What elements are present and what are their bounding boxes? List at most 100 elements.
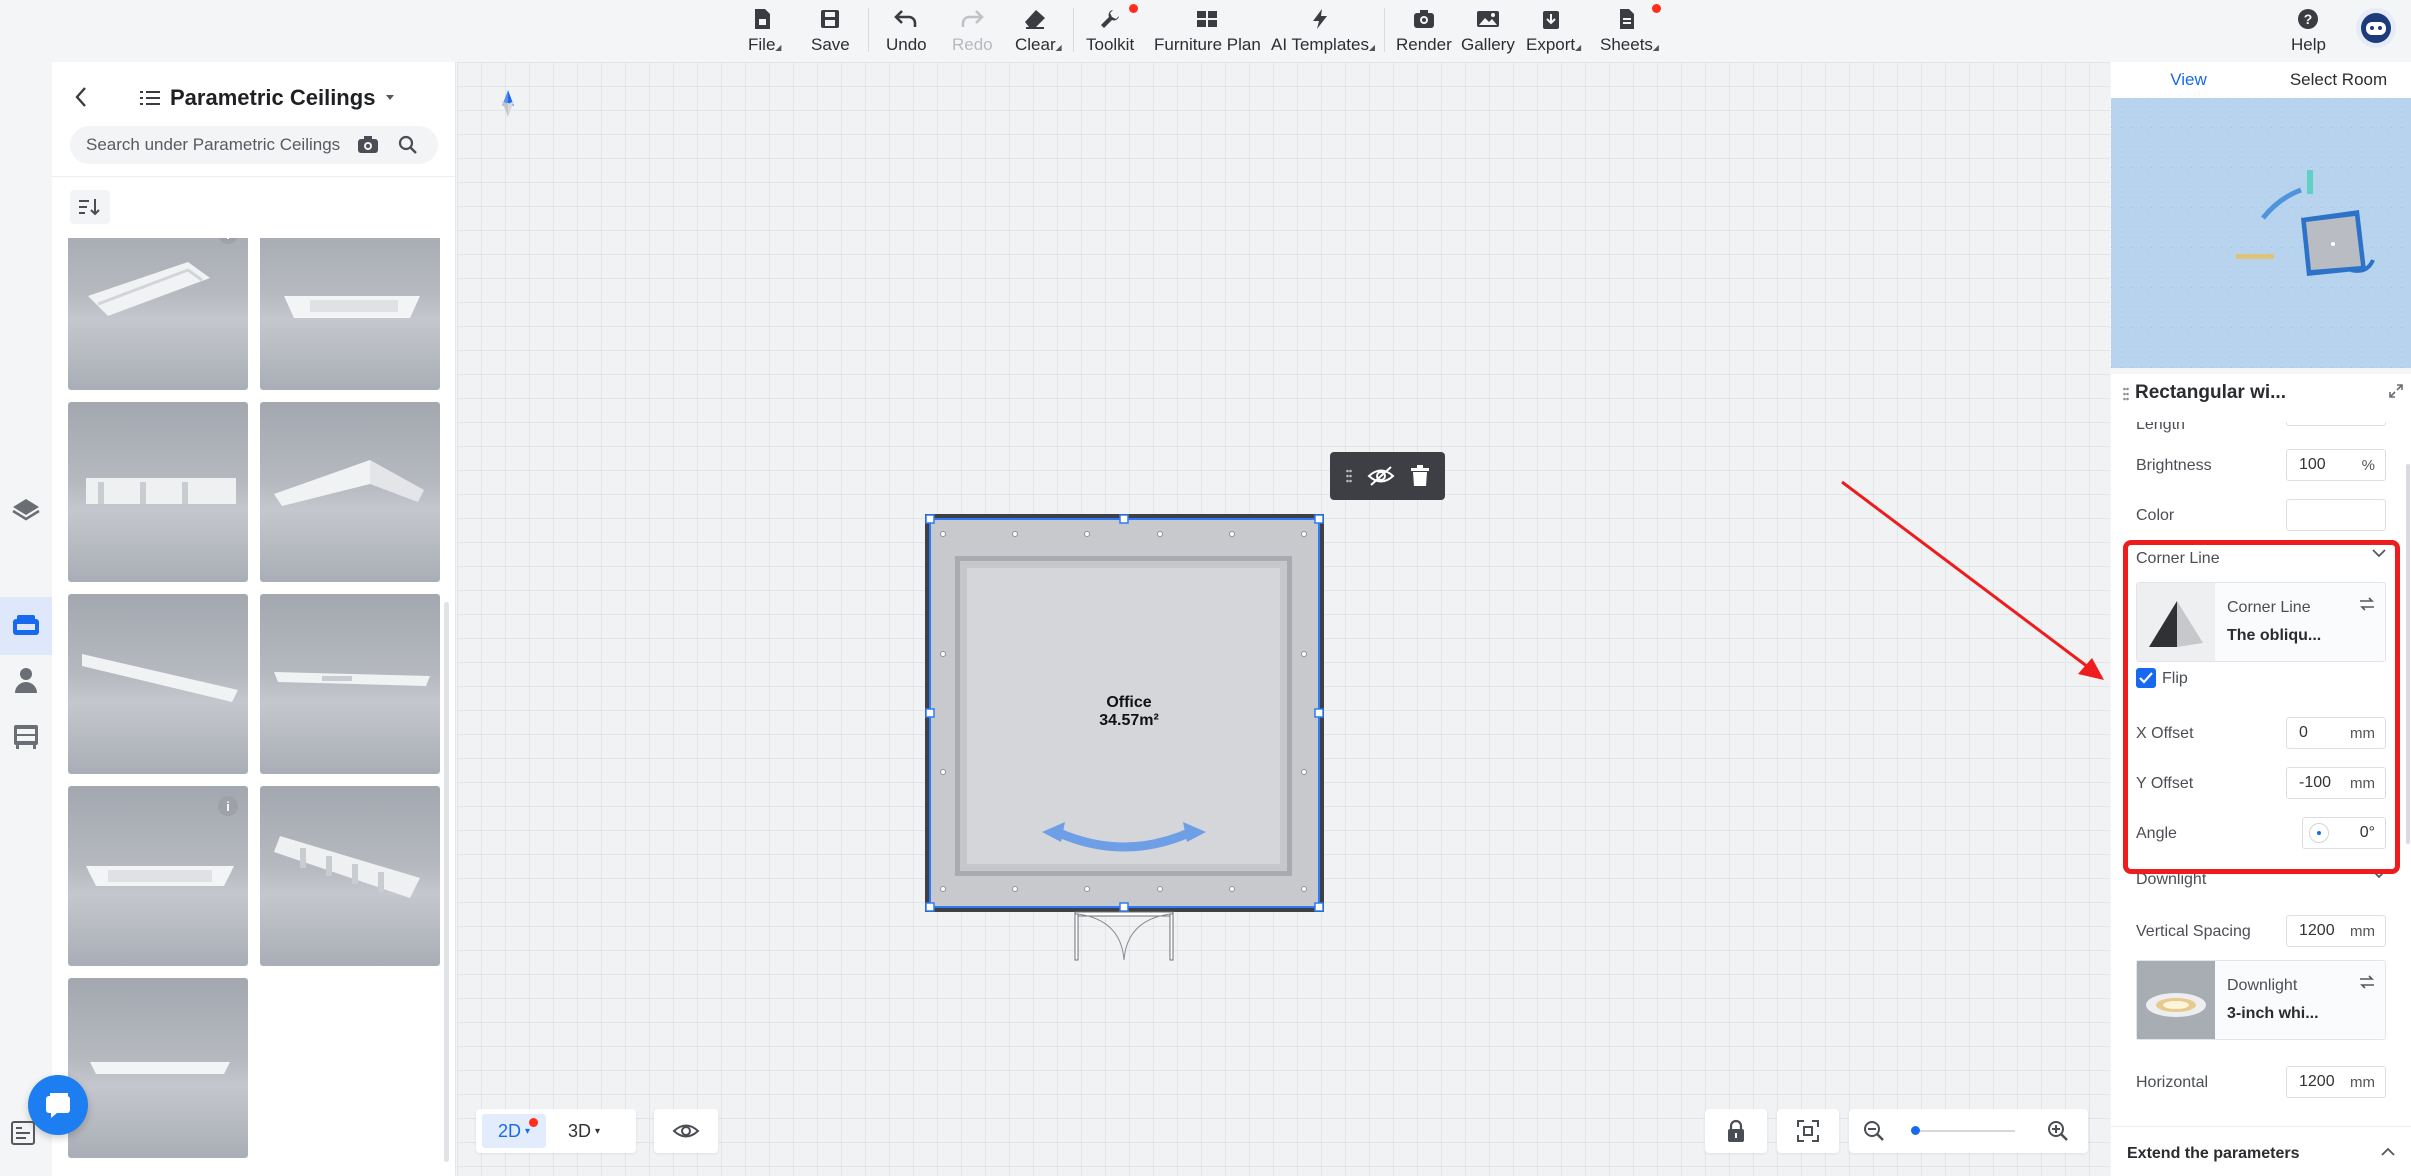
- ceiling-item[interactable]: [68, 978, 248, 1158]
- search-icon[interactable]: [398, 135, 418, 160]
- save-label: Save: [811, 35, 850, 54]
- assistant-avatar[interactable]: [2356, 8, 2396, 48]
- help-icon: ?: [2297, 4, 2319, 34]
- layout-icon[interactable]: [10, 1120, 38, 1148]
- library-search-input[interactable]: [86, 135, 356, 155]
- zoom-out-icon[interactable]: [1863, 1120, 1885, 1142]
- color-swatch[interactable]: [2286, 499, 2386, 531]
- save-button[interactable]: Save: [811, 4, 850, 58]
- ceiling-item[interactable]: i: [68, 238, 248, 390]
- ceiling-thumbnail: [284, 296, 420, 318]
- redo-icon: [960, 4, 985, 34]
- zoom-controls: [1705, 1109, 2088, 1153]
- door[interactable]: [1074, 911, 1174, 961]
- chevron-left-icon: [75, 87, 86, 107]
- ceiling-item[interactable]: [260, 594, 440, 774]
- library-search-box: [70, 126, 438, 164]
- floating-object-toolbar: [1330, 452, 1445, 500]
- downlight-material-card[interactable]: Downlight 3-inch whi...: [2136, 960, 2386, 1040]
- scroll-mask: [2111, 412, 2411, 422]
- toolbar-divider: [1073, 8, 1074, 52]
- gallery-button[interactable]: Gallery: [1461, 4, 1515, 58]
- room-label[interactable]: Office 34.57m²: [1069, 694, 1189, 730]
- robot-icon: [2361, 13, 2391, 43]
- ceiling-item[interactable]: [68, 402, 248, 582]
- rail-cabinet-icon[interactable]: [8, 718, 44, 754]
- caret-down-icon: ▾: [594, 1125, 601, 1137]
- downlight-material-thumbnail: [2137, 961, 2215, 1039]
- lock-button[interactable]: [1705, 1109, 1767, 1153]
- help-button[interactable]: ? Help: [2291, 4, 2326, 58]
- swap-icon[interactable]: [2359, 975, 2375, 989]
- sort-button[interactable]: [70, 190, 110, 224]
- brightness-value: 100: [2299, 456, 2326, 473]
- brightness-label: Brightness: [2136, 457, 2212, 474]
- expand-icon[interactable]: [2389, 384, 2403, 398]
- file-icon: [752, 4, 772, 34]
- ceiling-thumbnail: [274, 836, 420, 898]
- extend-parameters-label: Extend the parameters: [2127, 1145, 2300, 1162]
- view-3d-button[interactable]: 3D ▾: [552, 1114, 616, 1148]
- vertical-spacing-input[interactable]: 1200 mm: [2286, 915, 2386, 947]
- rail-floor-icon[interactable]: [8, 492, 44, 528]
- drag-handle-icon[interactable]: [2123, 386, 2129, 402]
- ai-templates-button[interactable]: AI Templates ◢: [1271, 4, 1375, 58]
- export-icon: [1541, 4, 1561, 34]
- hide-icon[interactable]: [1367, 465, 1395, 487]
- ceiling-item[interactable]: [260, 238, 440, 390]
- ai-templates-label: AI Templates: [1271, 35, 1369, 54]
- horizontal-unit: mm: [2350, 1073, 2375, 1091]
- horizontal-input[interactable]: 1200 mm: [2286, 1066, 2386, 1098]
- library-panel: Parametric Ceilings i: [52, 62, 456, 1176]
- left-icon-rail: [0, 62, 52, 1176]
- rail-person-icon[interactable]: [8, 662, 44, 698]
- sheets-button[interactable]: Sheets ◢: [1600, 4, 1661, 58]
- visibility-button[interactable]: [654, 1109, 718, 1153]
- zoom-slider-thumb[interactable]: [1911, 1126, 1920, 1135]
- view-2d-button[interactable]: 2D ▾: [482, 1114, 546, 1148]
- ceiling-item[interactable]: [260, 786, 440, 966]
- toolkit-button[interactable]: Toolkit: [1086, 4, 1139, 58]
- clear-button[interactable]: Clear ◢: [1015, 4, 1062, 58]
- fit-screen-icon: [1797, 1120, 1819, 1142]
- drag-handle-icon[interactable]: [1345, 468, 1352, 484]
- zoom-slider-track[interactable]: [1915, 1130, 2015, 1132]
- ceiling-item[interactable]: [68, 594, 248, 774]
- back-button[interactable]: [70, 84, 94, 110]
- render-button[interactable]: Render: [1396, 4, 1452, 58]
- export-button[interactable]: Export ◢: [1526, 4, 1581, 58]
- ceiling-item[interactable]: i: [68, 786, 248, 966]
- trash-icon[interactable]: [1410, 465, 1430, 487]
- undo-button[interactable]: Undo: [886, 4, 927, 58]
- sort-icon: [79, 199, 100, 216]
- tab-view[interactable]: View: [2111, 62, 2266, 98]
- ceiling-item[interactable]: [260, 402, 440, 582]
- chevron-up-icon: [2381, 1147, 2395, 1156]
- zoom-slider-group: [1849, 1109, 2088, 1153]
- fit-view-button[interactable]: [1777, 1109, 1839, 1153]
- library-title-dropdown[interactable]: Parametric Ceilings: [140, 84, 395, 112]
- vertical-spacing-value: 1200: [2299, 922, 2335, 939]
- library-scrollbar[interactable]: [444, 602, 449, 1162]
- furniture-plan-button[interactable]: Furniture Plan: [1154, 4, 1261, 58]
- brightness-input[interactable]: 100 %: [2286, 449, 2386, 481]
- horizontal-value: 1200: [2299, 1073, 2335, 1090]
- rail-ceiling-icon[interactable]: [8, 608, 44, 644]
- zoom-in-icon[interactable]: [2047, 1120, 2069, 1142]
- room-name: Office: [1106, 694, 1152, 711]
- properties-scrollbar[interactable]: [2406, 464, 2410, 844]
- info-icon[interactable]: i: [218, 796, 238, 816]
- minimap-3d[interactable]: [2111, 98, 2411, 368]
- extend-parameters-section[interactable]: Extend the parameters: [2111, 1126, 2411, 1176]
- image-search-icon[interactable]: [357, 135, 379, 160]
- properties-title: Rectangular wi...: [2135, 382, 2286, 403]
- ceiling-thumbnail: [274, 460, 424, 506]
- vertical-spacing-unit: mm: [2350, 922, 2375, 940]
- notification-dot: [529, 1118, 538, 1127]
- redo-button[interactable]: Redo: [952, 4, 993, 58]
- file-button[interactable]: File ◢: [748, 4, 781, 58]
- library-title: Parametric Ceilings: [170, 85, 376, 110]
- room-area: 34.57m²: [1099, 712, 1159, 729]
- tab-select-room[interactable]: Select Room: [2266, 62, 2411, 98]
- vertical-spacing-label: Vertical Spacing: [2136, 923, 2251, 940]
